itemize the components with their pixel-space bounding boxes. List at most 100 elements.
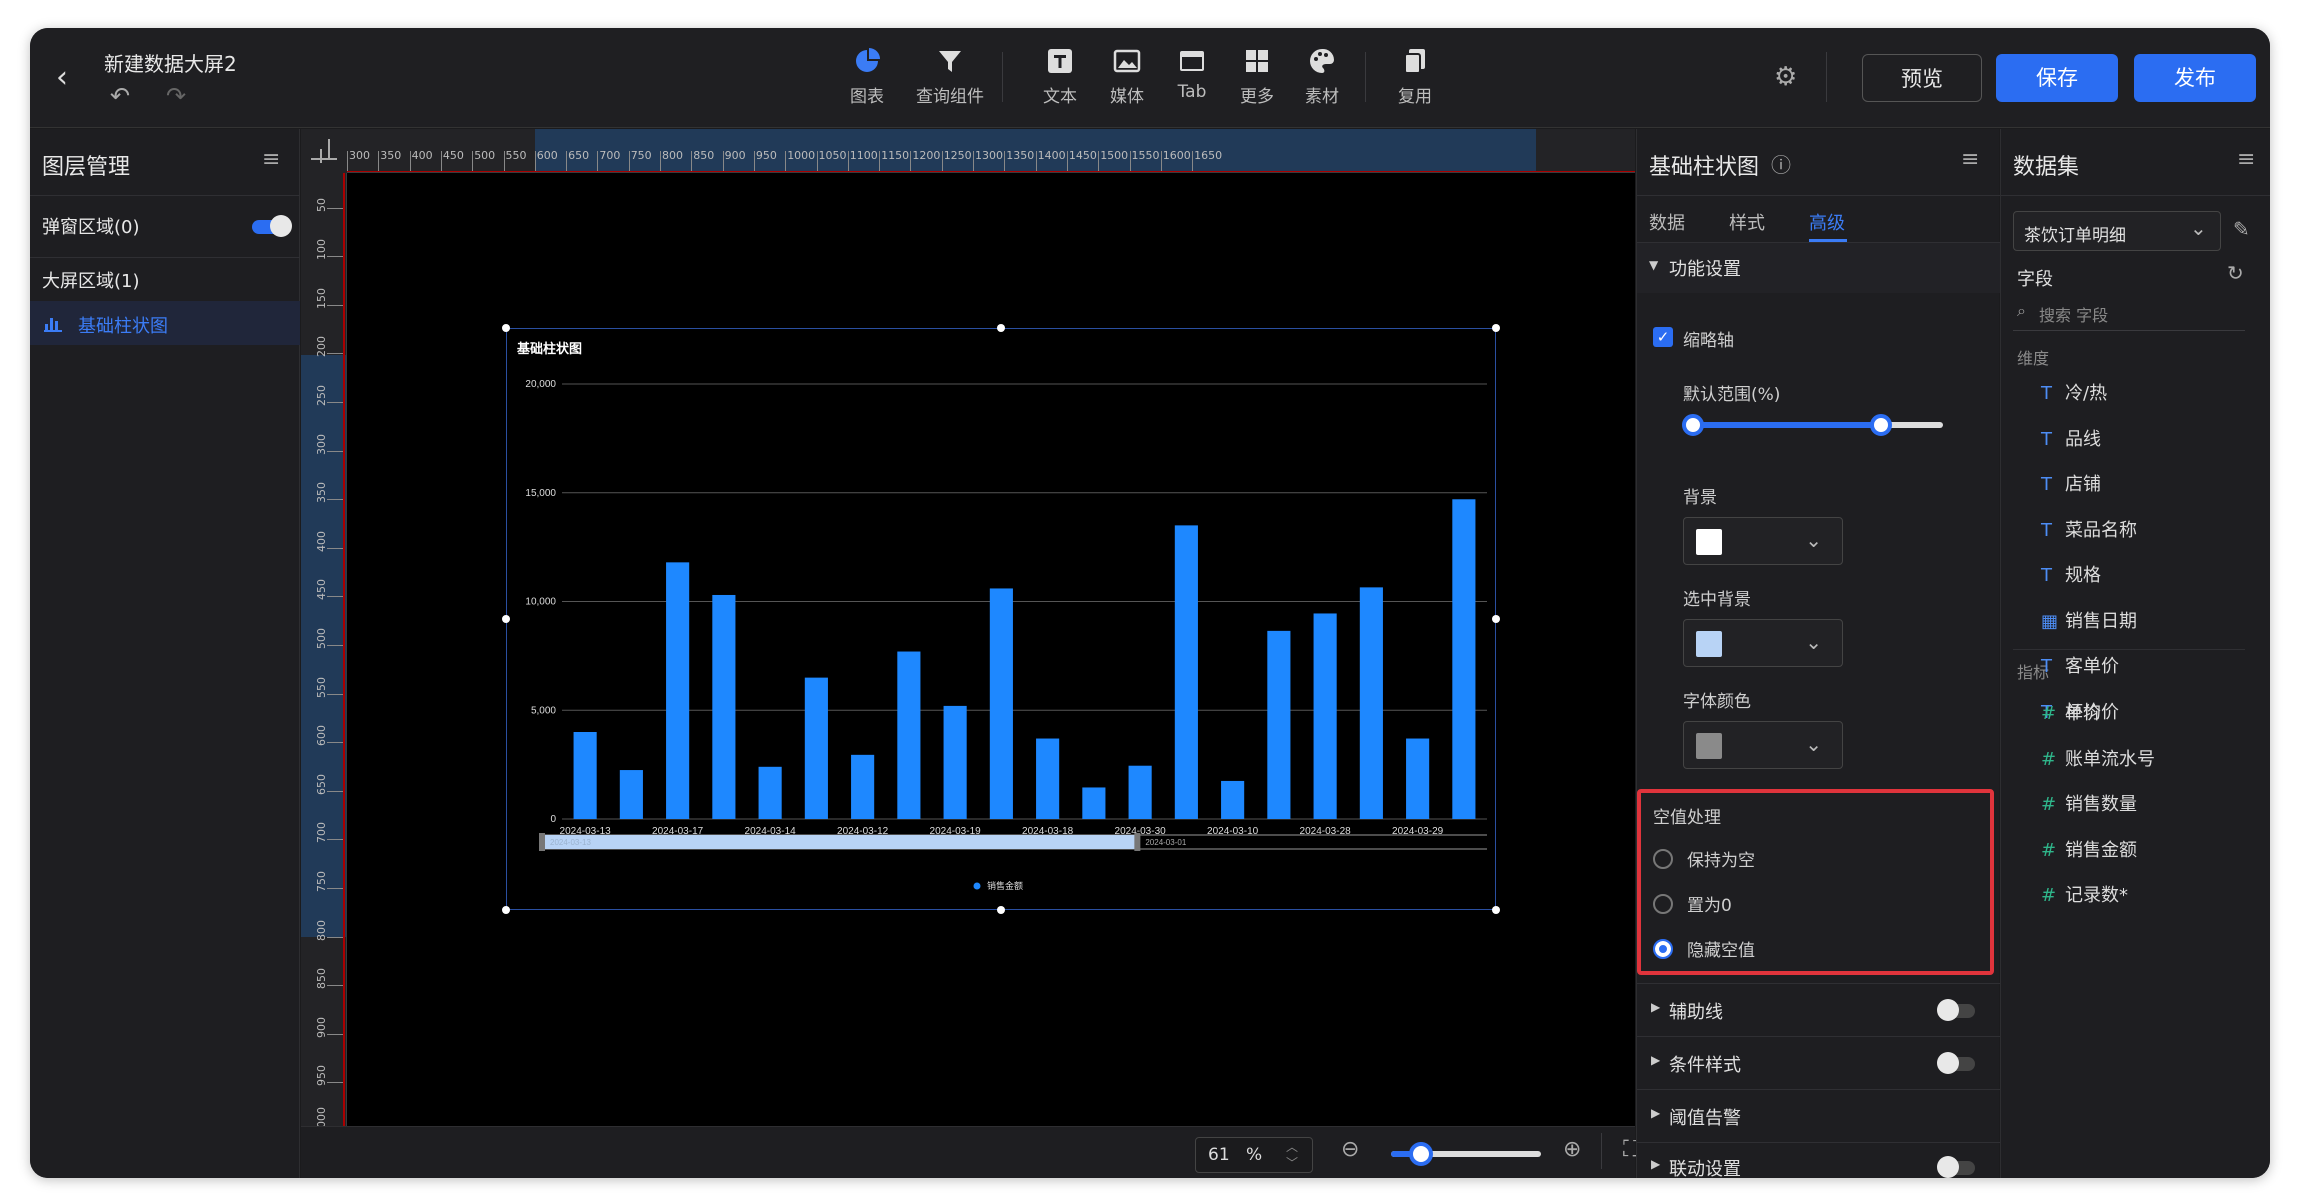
tab-style[interactable]: 样式 (1729, 209, 1765, 235)
refresh-icon[interactable]: ↻ (2227, 261, 2244, 285)
save-button[interactable]: 保存 (1996, 54, 2118, 102)
slider-end-label: 2024-03-01 (1145, 838, 1186, 847)
popup-area-toggle[interactable] (252, 215, 292, 237)
chart-widget[interactable]: 基础柱状图 0 5,000 10,000 15,000 20,000 2024-03-13 2… (506, 328, 1496, 910)
resize-handle[interactable] (997, 324, 1005, 332)
dimension-field[interactable]: T 品线 (2041, 425, 2101, 451)
range-slider[interactable] (1682, 414, 1943, 436)
edit-icon[interactable]: ✎ (2233, 217, 2250, 241)
dataset-title: 数据集 (2013, 155, 2080, 180)
section-header[interactable]: ▼ 功能设置 (1637, 243, 2000, 293)
menu-icon[interactable]: ≡ (262, 147, 280, 172)
adjust-settings-icon[interactable]: ⚙ (1774, 62, 1797, 92)
thumbnail-axis-checkbox[interactable]: ✓ (1653, 327, 1673, 347)
ruler-label: 1050 (818, 149, 847, 162)
number-field-icon: # (2041, 794, 2057, 815)
metric-field[interactable]: # 记录数* (2041, 881, 2128, 907)
tool-chart[interactable]: 图表 (827, 46, 907, 107)
resize-handle[interactable] (1492, 615, 1500, 623)
resize-handle[interactable] (502, 906, 510, 914)
ruler-label: 900 (315, 1016, 328, 1038)
tab-advanced[interactable]: 高级 (1809, 209, 1845, 235)
resize-handle[interactable] (502, 324, 510, 332)
background-color-select[interactable]: ⌄ (1683, 517, 1843, 565)
font-color-select[interactable]: ⌄ (1683, 721, 1843, 769)
metric-field[interactable]: # 销售金额 (2041, 836, 2137, 862)
collapse-title: 条件样式 (1669, 1055, 1741, 1076)
collapse-title: 辅助线 (1669, 1002, 1723, 1023)
dimension-field[interactable]: T 菜品名称 (2041, 516, 2137, 542)
range-start-knob[interactable] (1682, 414, 1704, 436)
linkage-toggle[interactable] (1937, 1156, 1975, 1178)
ruler-label: 350 (380, 149, 402, 162)
ruler-tick (327, 645, 343, 646)
ruler-tick (910, 151, 912, 171)
bar (1267, 630, 1291, 819)
radio-label: 保持为空 (1687, 851, 1755, 871)
resize-handle[interactable] (997, 906, 1005, 914)
bar (1036, 738, 1060, 819)
undo-icon[interactable]: ↶ (110, 82, 130, 110)
ruler-label: 950 (755, 149, 777, 162)
metric-field[interactable]: # 单价 (2041, 699, 2101, 725)
collapse-threshold-alert[interactable]: ▶ 阈值告警 (1637, 1090, 2000, 1142)
radio-set-zero[interactable] (1653, 894, 1673, 914)
ruler-label: 600 (536, 149, 558, 162)
dataset-select[interactable]: 茶饮订单明细 ⌄ (2013, 211, 2221, 251)
ruler-tick (327, 402, 343, 403)
range-end-knob[interactable] (1869, 414, 1892, 436)
selected-bg-color-select[interactable]: ⌄ (1683, 619, 1843, 667)
tool-reuse[interactable]: 复用 (1375, 46, 1455, 107)
zoom-stepper-icon[interactable]: ︿ ﹀ (1286, 1139, 1298, 1171)
redo-icon[interactable]: ↷ (166, 82, 186, 110)
ruler-tick (973, 151, 974, 171)
menu-icon[interactable]: ≡ (1961, 147, 1979, 172)
radio-keep-null[interactable] (1653, 849, 1673, 869)
field-search[interactable]: ⌕ 搜索 字段 (2013, 295, 2245, 331)
dimension-field[interactable]: ▦ 销售日期 (2041, 607, 2137, 633)
zoom-input[interactable]: 61 % ︿ ﹀ (1195, 1137, 1313, 1173)
caret-right-icon: ▶ (1651, 1106, 1661, 1120)
resize-handle[interactable] (502, 615, 510, 623)
info-icon[interactable]: ⓘ (1771, 149, 1791, 178)
collapse-guides[interactable]: ▶ 辅助线 (1637, 984, 2000, 1036)
publish-button[interactable]: 发布 (2134, 54, 2256, 102)
slider-handle-start (539, 833, 545, 851)
dimension-field[interactable]: T 店铺 (2041, 470, 2101, 496)
layer-item-bar-chart[interactable]: 基础柱状图 (30, 301, 300, 345)
preview-button[interactable]: 预览 (1862, 54, 1982, 102)
ruler-label: 50 (315, 197, 328, 212)
radio-hide-null[interactable] (1653, 939, 1673, 959)
dimension-field[interactable]: T 规格 (2041, 561, 2101, 587)
guides-toggle[interactable] (1937, 999, 1975, 1021)
field-label: 销售数量 (2065, 794, 2137, 815)
zoom-in-icon[interactable]: ⊕ (1563, 1137, 1581, 1162)
bar (851, 754, 875, 819)
back-icon[interactable]: ‹ (56, 62, 84, 94)
collapse-linkage[interactable]: ▶ 联动设置 (1637, 1143, 2000, 1178)
chart-title: 基础柱状图 (516, 341, 582, 356)
ruler-label: 1250 (943, 149, 972, 162)
zoom-out-icon[interactable]: ⊖ (1341, 1137, 1359, 1162)
dimension-field[interactable]: T 冷/热 (2041, 379, 2107, 405)
bar (666, 562, 690, 819)
zoom-slider-knob[interactable] (1409, 1142, 1433, 1166)
collapse-conditional-style[interactable]: ▶ 条件样式 (1637, 1037, 2000, 1089)
tab-data[interactable]: 数据 (1649, 209, 1685, 235)
ruler-tick (691, 151, 693, 171)
bar (1452, 499, 1476, 819)
zoom-unit: % (1246, 1145, 1263, 1165)
legend-marker (973, 882, 981, 890)
menu-icon[interactable]: ≡ (2237, 147, 2255, 172)
metric-field[interactable]: # 销售数量 (2041, 790, 2137, 816)
resize-handle[interactable] (1492, 324, 1500, 332)
conditional-style-toggle[interactable] (1937, 1052, 1975, 1074)
ruler-tick (534, 151, 536, 171)
zoom-slider[interactable] (1391, 1142, 1541, 1166)
dimension-field[interactable]: T 客单价 (2041, 652, 2119, 678)
bar (989, 588, 1013, 819)
metric-field[interactable]: # 账单流水号 (2041, 745, 2155, 771)
tool-material[interactable]: 素材 (1282, 46, 1362, 107)
resize-handle[interactable] (1492, 906, 1500, 914)
tool-query[interactable]: 查询组件 (910, 46, 990, 107)
